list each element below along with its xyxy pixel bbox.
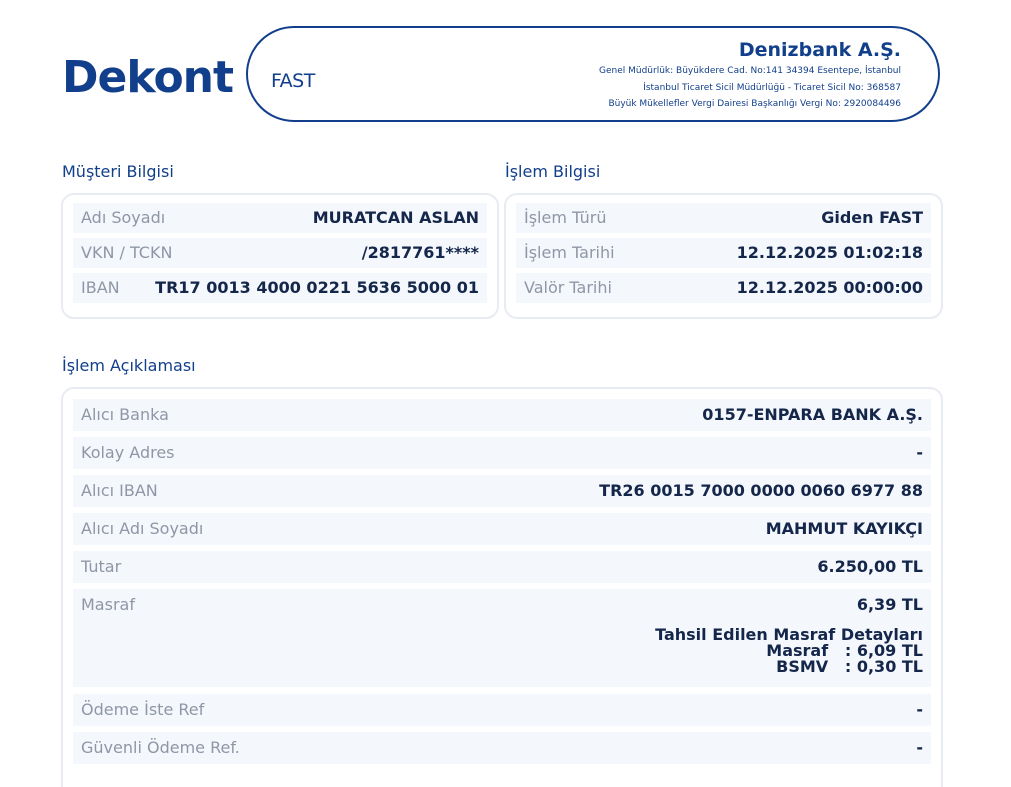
row-value: - — [916, 443, 923, 462]
document-title: Dekont — [62, 52, 234, 103]
fee-details: Tahsil Edilen Masraf Detayları Masraf : … — [655, 627, 923, 675]
description-row-recipient-iban: Alıcı IBAN TR26 0015 7000 0000 0060 6977… — [73, 475, 931, 507]
row-value: Giden FAST — [821, 208, 923, 227]
customer-section-title: Müşteri Bilgisi — [62, 162, 174, 181]
row-label: Güvenli Ödeme Ref. — [81, 738, 240, 757]
customer-row-tax-id: VKN / TCKN /2817761**** — [73, 238, 487, 268]
row-label: Alıcı IBAN — [81, 481, 158, 500]
transaction-type-label: FAST — [271, 70, 315, 92]
row-value: 0157-ENPARA BANK A.Ş. — [702, 405, 923, 424]
row-label: Masraf — [81, 595, 135, 614]
row-label: Valör Tarihi — [524, 278, 612, 297]
row-label: Adı Soyadı — [81, 208, 166, 227]
description-section-title: İşlem Açıklaması — [62, 356, 196, 375]
row-value: - — [916, 700, 923, 719]
description-row-payment-request-ref: Ödeme İste Ref - — [73, 694, 931, 726]
bank-header: FAST Denizbank A.Ş. Genel Müdürlük: Büyü… — [246, 26, 940, 122]
description-card: Alıcı Banka 0157-ENPARA BANK A.Ş. Kolay … — [61, 387, 943, 787]
row-value: TR26 0015 7000 0000 0060 6977 88 — [599, 481, 923, 500]
row-label: IBAN — [81, 278, 120, 297]
description-row-fee: Masraf 6,39 TL Tahsil Edilen Masraf Deta… — [73, 589, 931, 687]
row-value: 12.12.2025 01:02:18 — [736, 243, 923, 262]
customer-row-name: Adı Soyadı MURATCAN ASLAN — [73, 203, 487, 233]
row-value: MURATCAN ASLAN — [312, 208, 479, 227]
customer-row-iban: IBAN TR17 0013 4000 0221 5636 5000 01 — [73, 273, 487, 303]
row-label: Tutar — [81, 557, 122, 576]
bank-name: Denizbank A.Ş. — [738, 39, 901, 61]
row-label: Kolay Adres — [81, 443, 175, 462]
row-label: VKN / TCKN — [81, 243, 173, 262]
row-label: Alıcı Adı Soyadı — [81, 519, 204, 538]
customer-info-card: Adı Soyadı MURATCAN ASLAN VKN / TCKN /28… — [61, 193, 499, 319]
description-row-amount: Tutar 6.250,00 TL — [73, 551, 931, 583]
description-row-recipient-name: Alıcı Adı Soyadı MAHMUT KAYIKÇI — [73, 513, 931, 545]
row-value: /2817761**** — [361, 243, 479, 262]
transaction-row-value-date: Valör Tarihi 12.12.2025 00:00:00 — [516, 273, 931, 303]
description-row-secure-payment-ref: Güvenli Ödeme Ref. - — [73, 732, 931, 764]
description-row-recipient-bank: Alıcı Banka 0157-ENPARA BANK A.Ş. — [73, 399, 931, 431]
row-value: TR17 0013 4000 0221 5636 5000 01 — [155, 278, 479, 297]
row-label: İşlem Tarihi — [524, 243, 615, 262]
row-value: 6,39 TL — [856, 595, 923, 614]
row-label: Alıcı Banka — [81, 405, 169, 424]
bank-address: Genel Müdürlük: Büyükdere Cad. No:141 34… — [599, 66, 901, 76]
transaction-row-date: İşlem Tarihi 12.12.2025 01:02:18 — [516, 238, 931, 268]
row-value: MAHMUT KAYIKÇI — [765, 519, 923, 538]
fee-detail-line: BSMV : 0,30 TL — [776, 657, 923, 676]
row-value: 6.250,00 TL — [817, 557, 923, 576]
row-label: İşlem Türü — [524, 208, 607, 227]
row-value: 12.12.2025 00:00:00 — [736, 278, 923, 297]
row-label: Ödeme İste Ref — [81, 700, 205, 719]
description-row-easy-address: Kolay Adres - — [73, 437, 931, 469]
transaction-row-type: İşlem Türü Giden FAST — [516, 203, 931, 233]
transaction-section-title: İşlem Bilgisi — [505, 162, 601, 181]
bank-tax-info: Büyük Mükellefler Vergi Dairesi Başkanlı… — [608, 99, 901, 109]
row-value: - — [916, 738, 923, 757]
bank-registry: İstanbul Ticaret Sicil Müdürlüğü - Ticar… — [643, 83, 901, 93]
transaction-info-card: İşlem Türü Giden FAST İşlem Tarihi 12.12… — [504, 193, 943, 319]
